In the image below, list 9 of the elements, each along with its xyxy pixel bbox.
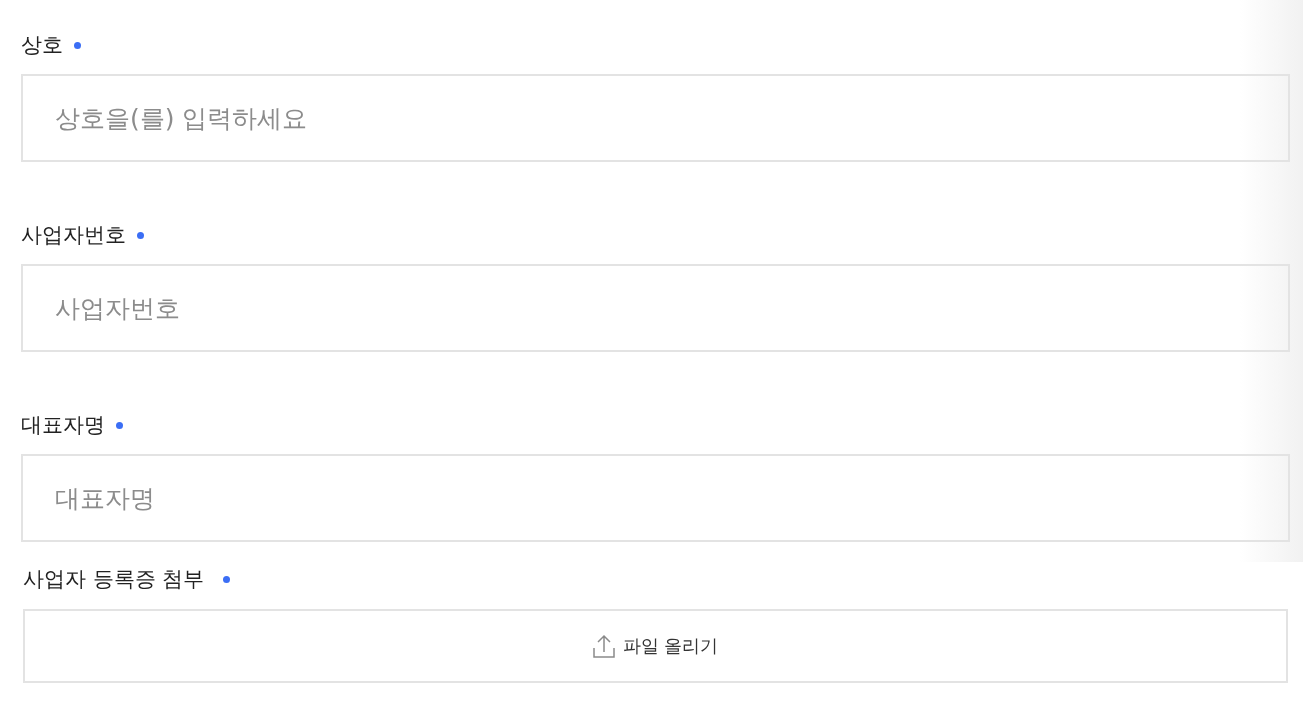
field-label: 사업자번호: [21, 222, 126, 249]
input-field[interactable]: 상호을(를) 입력하세요: [21, 74, 1290, 162]
field-label: 사업자 등록증 첨부: [23, 566, 205, 593]
input-field[interactable]: 대표자명: [21, 454, 1290, 542]
input-field[interactable]: 사업자번호: [21, 264, 1290, 352]
field-label: 대표자명: [21, 412, 105, 439]
field-label: 상호: [21, 32, 63, 59]
upload-button[interactable]: 파일 올리기: [23, 609, 1288, 683]
upload-icon: [592, 634, 615, 658]
